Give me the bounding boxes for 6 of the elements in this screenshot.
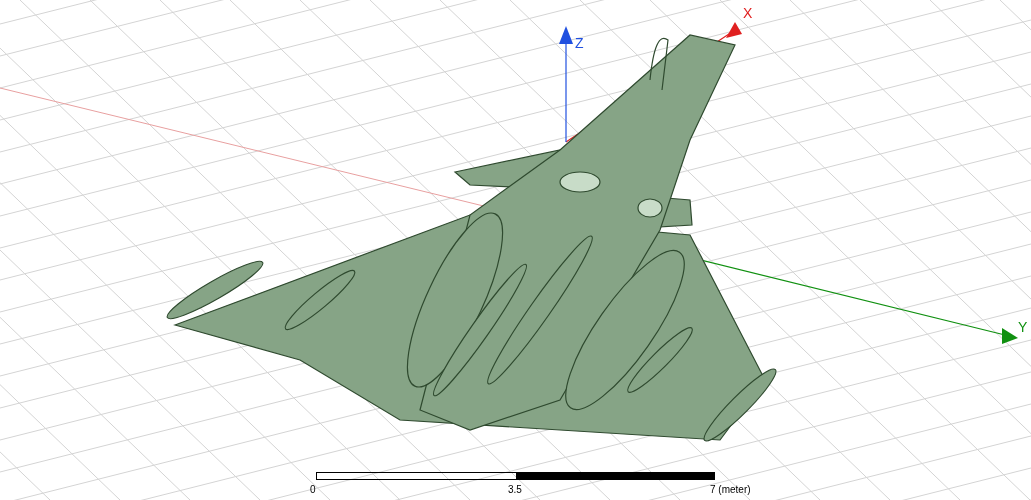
scale-label: 3.5 bbox=[508, 484, 522, 495]
scale-label: 0 bbox=[310, 484, 316, 495]
axis-label: Y bbox=[1018, 319, 1028, 335]
axis-label: X bbox=[743, 5, 753, 21]
scale-label: 7 (meter) bbox=[710, 484, 751, 495]
axis-label: Z bbox=[575, 35, 584, 51]
